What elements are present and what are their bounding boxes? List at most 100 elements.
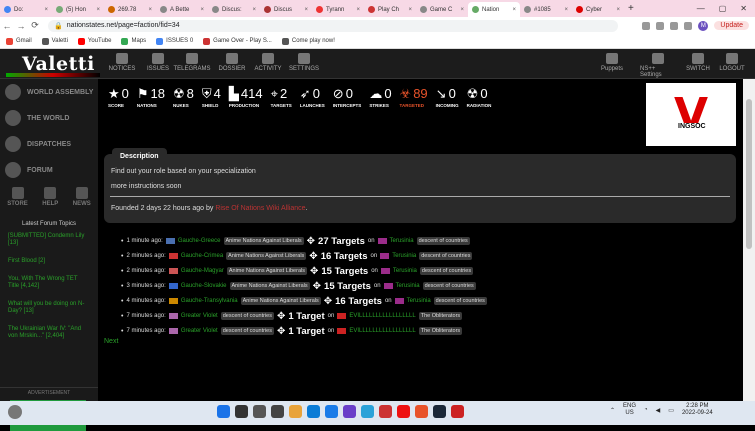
url-input[interactable]: 🔒 nationstates.net/page=faction/fid=34: [48, 19, 618, 32]
steam-icon[interactable]: [433, 405, 446, 418]
target-nation-link[interactable]: EVILLLLLLLLLLLLLLLLL: [349, 313, 415, 319]
region-tag[interactable]: Anime Nations Against Liberals: [226, 267, 307, 275]
nation-link[interactable]: Gauche-Slovakie: [181, 283, 227, 289]
nation-link[interactable]: Greater Violet: [181, 328, 218, 334]
sidebar-help[interactable]: HELP: [42, 187, 58, 207]
forum-topic-link[interactable]: First Blood [2]: [8, 258, 90, 265]
new-tab-icon[interactable]: +: [628, 3, 634, 14]
search-icon[interactable]: [235, 405, 248, 418]
tab-close-icon[interactable]: ×: [460, 7, 464, 13]
forum-topic-link[interactable]: What will you be doing on N-Day? [13]: [8, 301, 90, 315]
nation-link[interactable]: Gauche-Magyar: [181, 268, 224, 274]
bookmark-item[interactable]: Game Over - Play S...: [203, 37, 272, 45]
target-region-tag[interactable]: The Obliterators: [418, 312, 463, 320]
nation-logo[interactable]: Valetti: [22, 53, 95, 75]
target-region-tag[interactable]: The Obliterators: [418, 327, 463, 335]
volume-icon[interactable]: ◀: [656, 407, 661, 414]
topnav-switch[interactable]: SWITCH: [680, 53, 716, 72]
browser-tab[interactable]: 269.78 ×: [104, 2, 156, 17]
target-region-tag[interactable]: descent of countries: [422, 282, 476, 290]
tab-close-icon[interactable]: ×: [200, 7, 204, 13]
minimize-icon[interactable]: —: [697, 4, 705, 13]
region-tag[interactable]: Anime Nations Against Liberals: [223, 237, 304, 245]
browser-tab[interactable]: Tyrann ×: [312, 2, 364, 17]
target-region-tag[interactable]: descent of countries: [419, 267, 474, 275]
tab-close-icon[interactable]: ×: [512, 7, 516, 13]
browser-tab[interactable]: A Bette ×: [156, 2, 208, 17]
tab-close-icon[interactable]: ×: [304, 7, 308, 13]
tray-chevron-icon[interactable]: ⌃: [610, 407, 615, 414]
battery-icon[interactable]: ▭: [668, 407, 674, 414]
sidebar-item-the-world[interactable]: THE WORLD: [0, 105, 98, 131]
nation-link[interactable]: Gauche-Greece: [178, 238, 221, 244]
founder-link[interactable]: Rise Of Nations Wiki Alliance: [215, 205, 305, 212]
target-nation-link[interactable]: Terusinia: [392, 253, 416, 259]
edge-icon[interactable]: [307, 405, 320, 418]
topnav-logout[interactable]: LOGOUT: [714, 53, 750, 72]
target-region-tag[interactable]: descent of countries: [433, 297, 487, 305]
nation-link[interactable]: Gauche-Crimea: [181, 253, 223, 259]
browser-tab[interactable]: #1085 ×: [520, 2, 572, 17]
close-icon[interactable]: ✕: [740, 4, 747, 13]
task-view-icon[interactable]: [253, 405, 266, 418]
weather-icon[interactable]: [8, 405, 22, 419]
page-scrollbar[interactable]: [743, 79, 755, 401]
forum-topic-link[interactable]: [SUBMITTED] Condemn Lily [13]: [8, 233, 90, 247]
topnav-dossier[interactable]: DOSSIER: [214, 53, 250, 72]
topnav-ns-settings[interactable]: NS++ Settings: [640, 53, 676, 78]
browser-tab[interactable]: Do: ×: [0, 2, 52, 17]
bookmark-item[interactable]: Come play now!: [281, 37, 335, 45]
forum-topic-link[interactable]: You, With The Wrong TET Title [4,142]: [8, 276, 90, 290]
forum-topic-link[interactable]: The Ukrainian War IV: "And von Mrskin...…: [8, 326, 90, 340]
region-tag[interactable]: descent of countries: [220, 312, 274, 320]
maximize-icon[interactable]: ▢: [719, 4, 727, 13]
browser-tab[interactable]: Play Ch ×: [364, 2, 416, 17]
target-nation-link[interactable]: Terusinia: [390, 238, 414, 244]
bookmark-item[interactable]: YouTube: [77, 37, 111, 45]
tab-close-icon[interactable]: ×: [252, 7, 256, 13]
description-tab[interactable]: Description: [112, 148, 167, 162]
reload-icon[interactable]: ⟳: [28, 20, 42, 31]
teams-icon[interactable]: [343, 405, 356, 418]
clock[interactable]: 2:28 PM 2022-09-24: [682, 403, 713, 417]
topnav-activity[interactable]: ACTIVITY: [250, 53, 286, 72]
topnav-telegrams[interactable]: TELEGRAMS: [174, 53, 211, 72]
browser-tab[interactable]: Discus ×: [260, 2, 312, 17]
bookmark-item[interactable]: Gmail: [6, 37, 32, 45]
target-nation-link[interactable]: Terusinia: [393, 268, 417, 274]
bookmark-item[interactable]: Maps: [121, 37, 146, 45]
tab-close-icon[interactable]: ×: [408, 7, 412, 13]
store-icon[interactable]: [325, 405, 338, 418]
sidebar-item-forum[interactable]: FORUM: [0, 157, 98, 183]
sidebar-store[interactable]: STORE: [7, 187, 28, 207]
nation-link[interactable]: Greater Violet: [181, 313, 218, 319]
region-tag[interactable]: Anime Nations Against Liberals: [226, 252, 307, 260]
browser-tab[interactable]: Discus: ×: [208, 2, 260, 17]
back-icon[interactable]: ←: [0, 21, 14, 31]
target-nation-link[interactable]: Terusinia: [407, 298, 431, 304]
topnav-puppets[interactable]: Puppets: [594, 53, 630, 72]
target-region-tag[interactable]: descent of countries: [416, 237, 470, 245]
browser-tab[interactable]: (5) Hon ×: [52, 2, 104, 17]
file-explorer-icon[interactable]: [289, 405, 302, 418]
widgets-icon[interactable]: [271, 405, 284, 418]
share-icon[interactable]: [656, 21, 665, 30]
forward-icon[interactable]: →: [14, 21, 28, 31]
mcafee-icon[interactable]: [451, 405, 464, 418]
target-region-tag[interactable]: descent of countries: [419, 252, 473, 260]
topnav-issues[interactable]: ISSUES: [140, 53, 176, 72]
start-icon[interactable]: [217, 405, 230, 418]
scrollbar-thumb[interactable]: [746, 99, 752, 249]
browser-tab[interactable]: Game C ×: [416, 2, 468, 17]
office-icon[interactable]: [379, 405, 392, 418]
nation-link[interactable]: Gauche-Transylvania: [181, 298, 238, 304]
sidebar-news[interactable]: NEWS: [73, 187, 91, 207]
bookmark-star-icon[interactable]: [670, 21, 679, 30]
topnav-notices[interactable]: NOTICES: [104, 53, 140, 72]
extensions-icon[interactable]: [684, 21, 693, 30]
update-button[interactable]: Update: [714, 21, 749, 30]
browser-tab[interactable]: Cyber ×: [572, 2, 624, 17]
sidebar-item-world-assembly[interactable]: WORLD ASSEMBLY: [0, 79, 98, 105]
region-tag[interactable]: descent of countries: [220, 327, 274, 335]
tab-close-icon[interactable]: ×: [356, 7, 360, 13]
